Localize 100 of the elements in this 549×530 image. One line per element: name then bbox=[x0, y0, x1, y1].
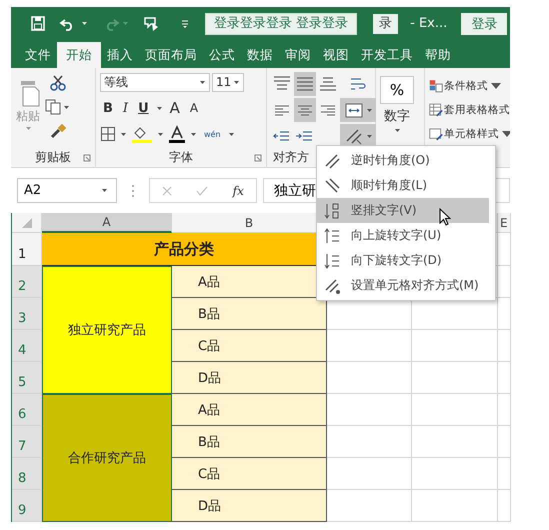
font-color-icon[interactable] bbox=[168, 125, 186, 143]
table-cell: A品 bbox=[172, 394, 327, 426]
percent-button[interactable]: % bbox=[380, 76, 414, 104]
caret-icon[interactable] bbox=[156, 106, 163, 110]
ribbon-tab[interactable]: 帮助 bbox=[419, 42, 457, 68]
number-format-button[interactable]: 数字 bbox=[384, 107, 410, 125]
caret-icon[interactable] bbox=[63, 104, 70, 110]
caret-icon[interactable] bbox=[81, 21, 88, 26]
group-label: 剪贴板 bbox=[35, 148, 71, 166]
cell-style-icon bbox=[429, 127, 443, 141]
merged-cell: 独立研究产品 bbox=[42, 266, 172, 394]
caret-icon[interactable] bbox=[157, 132, 164, 136]
conditional-format-icon bbox=[429, 79, 443, 93]
search-box[interactable]: 登录登录登录 登录登录 bbox=[205, 12, 358, 34]
ribbon-tab[interactable]: 文件 bbox=[19, 42, 57, 68]
middle-align-icon bbox=[295, 75, 315, 93]
table-format-icon bbox=[429, 103, 443, 117]
empty-cell bbox=[498, 426, 511, 458]
rotate-down-icon bbox=[323, 252, 341, 270]
font-name-field[interactable]: 等线 bbox=[100, 72, 210, 92]
row-header[interactable]: 4 bbox=[12, 330, 42, 362]
merge-cells-button[interactable] bbox=[340, 98, 376, 122]
caret-icon[interactable] bbox=[233, 80, 240, 84]
row-header[interactable]: 1 bbox=[12, 233, 42, 266]
align-center-button[interactable] bbox=[294, 98, 316, 122]
caret-icon[interactable] bbox=[394, 128, 400, 133]
save-icon[interactable] bbox=[31, 16, 45, 31]
vertical-text-icon bbox=[323, 202, 341, 220]
fill-color-icon[interactable] bbox=[131, 125, 153, 143]
table-cell: D品 bbox=[172, 362, 327, 394]
ribbon-tab[interactable]: 页面布局 bbox=[139, 42, 203, 68]
empty-cell bbox=[498, 330, 511, 362]
ribbon-tab[interactable]: 视图 bbox=[317, 42, 355, 68]
underline-button[interactable]: U bbox=[135, 100, 152, 116]
caret-icon[interactable] bbox=[101, 188, 108, 193]
mouse-pointer-icon bbox=[439, 208, 451, 226]
row-header[interactable]: 5 bbox=[12, 362, 42, 394]
row-header[interactable]: 7 bbox=[12, 426, 42, 458]
table-cell: C品 bbox=[172, 330, 327, 362]
format-cells-icon bbox=[323, 276, 341, 294]
empty-cell bbox=[498, 266, 511, 298]
row-header[interactable]: 8 bbox=[12, 458, 42, 490]
cell-styles-button[interactable]: 单元格样式 bbox=[429, 122, 506, 146]
empty-cell bbox=[498, 298, 511, 330]
ribbon-tab[interactable]: 公式 bbox=[203, 42, 241, 68]
ribbon-tab[interactable]: 审阅 bbox=[279, 42, 317, 68]
menu-item[interactable]: 逆时针角度(O) bbox=[317, 148, 489, 173]
phonetic-button[interactable]: wén bbox=[201, 130, 224, 138]
customize-icon[interactable] bbox=[181, 18, 189, 28]
ribbon-tab[interactable]: 插入 bbox=[101, 42, 139, 68]
italic-button[interactable]: I bbox=[120, 100, 132, 116]
table-cell: B品 bbox=[172, 426, 327, 458]
row-header[interactable]: 9 bbox=[12, 490, 42, 522]
menu-item[interactable]: 竖排文字(V) bbox=[317, 198, 489, 223]
grow-font-button[interactable]: A bbox=[166, 99, 183, 117]
copy-icon[interactable] bbox=[45, 99, 61, 115]
merged-cell: 合作研究产品 bbox=[42, 394, 172, 522]
ribbon-tab[interactable]: 开发工具 bbox=[355, 42, 419, 68]
format-painter-icon[interactable] bbox=[50, 123, 66, 139]
counterclockwise-icon bbox=[323, 152, 341, 170]
menu-item[interactable]: 顺时针角度(L) bbox=[317, 173, 489, 198]
ribbon-tab[interactable]: 开始 bbox=[57, 42, 101, 68]
bottom-align-icon bbox=[318, 75, 338, 93]
empty-cell bbox=[498, 362, 511, 394]
caret-icon[interactable] bbox=[228, 132, 235, 136]
group-label: 对齐方 bbox=[273, 149, 309, 166]
touch-mode-icon[interactable] bbox=[143, 16, 159, 32]
file-name-box: 录 bbox=[373, 14, 398, 34]
font-size-field[interactable]: 11 bbox=[212, 72, 244, 92]
caret-icon[interactable] bbox=[366, 108, 372, 112]
row-header[interactable]: 2 bbox=[12, 266, 42, 298]
empty-cell bbox=[498, 458, 511, 490]
insert-function-button[interactable]: fx bbox=[232, 184, 244, 198]
table-cell: C品 bbox=[172, 458, 327, 490]
column-header[interactable]: A bbox=[42, 213, 172, 233]
shrink-font-button[interactable]: A bbox=[186, 101, 202, 115]
scissors-icon[interactable] bbox=[50, 75, 66, 91]
bold-button[interactable]: B bbox=[100, 100, 116, 116]
empty-cell bbox=[498, 490, 511, 522]
column-header[interactable]: E bbox=[498, 213, 511, 233]
dialog-launcher-icon[interactable] bbox=[83, 154, 91, 162]
caret-icon[interactable] bbox=[199, 80, 206, 84]
caret-icon[interactable] bbox=[366, 134, 372, 138]
login-button[interactable]: 登录 bbox=[461, 12, 508, 34]
borders-icon[interactable] bbox=[100, 126, 116, 142]
dialog-launcher-icon[interactable] bbox=[254, 154, 262, 162]
caret-icon[interactable] bbox=[190, 132, 197, 136]
ribbon-tab[interactable]: 数据 bbox=[241, 42, 279, 68]
row-header[interactable]: 6 bbox=[12, 394, 42, 426]
row-header[interactable]: 3 bbox=[12, 298, 42, 330]
conditional-formatting-button[interactable]: 条件格式 bbox=[429, 74, 506, 98]
check-icon[interactable] bbox=[196, 186, 208, 196]
group-label: 字体 bbox=[169, 148, 193, 166]
middle-align-button[interactable] bbox=[294, 72, 316, 96]
rotate-up-icon bbox=[323, 226, 341, 244]
empty-cell bbox=[498, 394, 511, 426]
caret-icon[interactable] bbox=[120, 132, 127, 136]
name-box[interactable]: A2 bbox=[17, 178, 117, 203]
orientation-icon bbox=[344, 127, 364, 145]
table-cell: B品 bbox=[172, 298, 327, 330]
